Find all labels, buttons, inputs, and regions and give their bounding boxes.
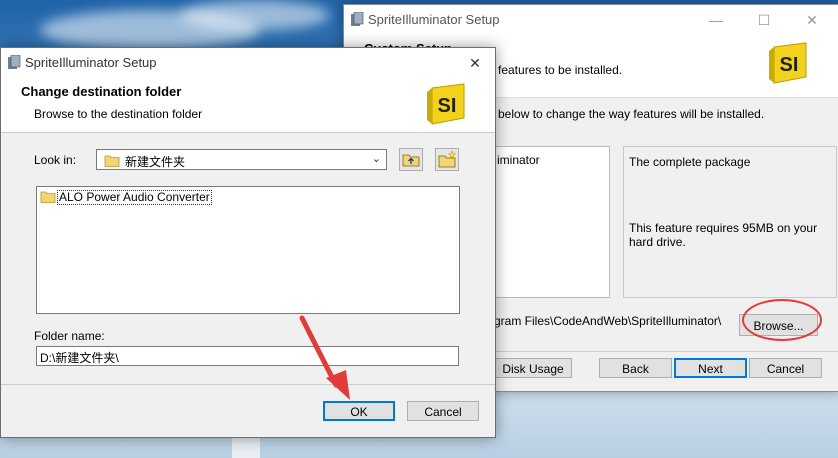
annotation-arrow xyxy=(299,315,350,400)
